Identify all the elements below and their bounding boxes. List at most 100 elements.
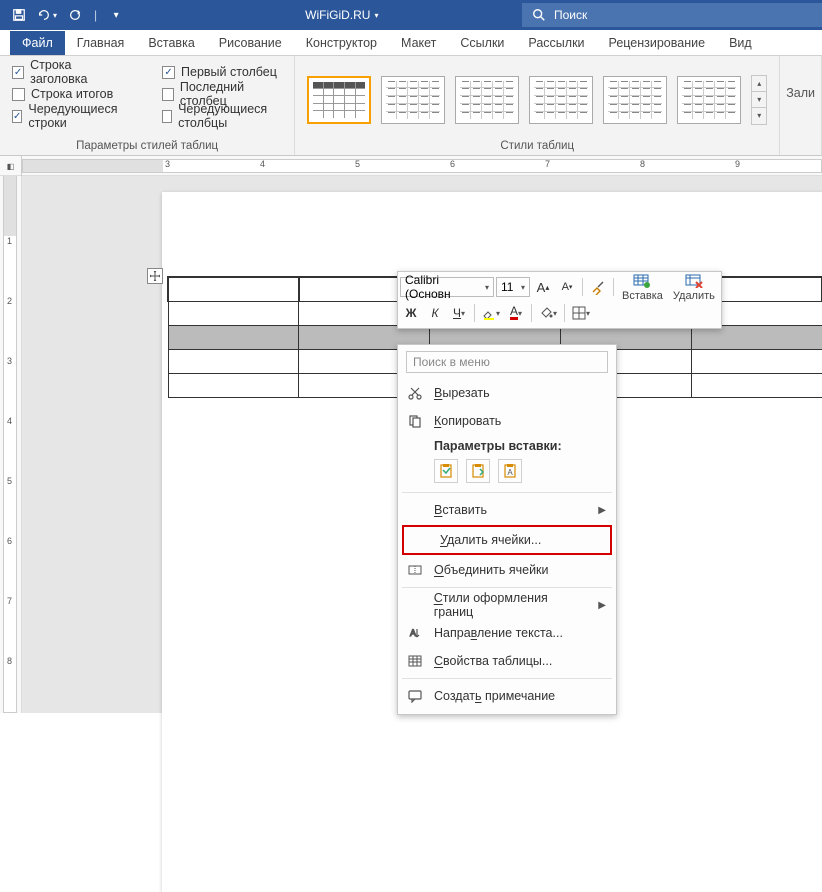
svg-text:A: A	[507, 468, 513, 477]
redo-button[interactable]	[64, 4, 86, 26]
group-title: Параметры стилей таблиц	[8, 138, 286, 155]
group-title: Стили таблиц	[303, 138, 771, 155]
shading-button[interactable]: ▾	[536, 302, 560, 324]
qat-separator: |	[94, 8, 97, 22]
merge-icon	[406, 563, 424, 577]
chk-banded-cols[interactable]: Чередующиеся столбцы	[158, 105, 286, 127]
brush-icon	[590, 279, 606, 295]
format-painter-button[interactable]	[587, 276, 609, 298]
tab-view[interactable]: Вид	[717, 31, 764, 55]
table-style-5[interactable]	[603, 76, 667, 124]
ctx-copy[interactable]: Копировать	[398, 407, 616, 435]
group-shading-stub: Зали	[780, 56, 822, 155]
search-icon	[532, 8, 546, 22]
borders-button[interactable]: ▾	[569, 302, 593, 324]
ribbon-tabs: Файл Главная Вставка Рисование Конструкт…	[0, 30, 822, 56]
page-area[interactable]: Calibri (Основн▾ 11▾ A▴ A▾ Вставка Удали…	[22, 176, 822, 713]
move-icon	[150, 271, 160, 281]
chk-banded-rows[interactable]: Чередующиеся строки	[8, 105, 128, 127]
ctx-table-properties[interactable]: Свойства таблицы...	[398, 647, 616, 675]
group-table-styles: ▴▾▾ Стили таблиц	[295, 56, 780, 155]
tab-file[interactable]: Файл	[10, 31, 65, 55]
quick-access-toolbar: ▾ | ▾	[0, 4, 135, 26]
italic-button[interactable]: К	[424, 302, 446, 324]
menu-search[interactable]: Поиск в меню	[406, 351, 608, 373]
bucket-icon	[539, 306, 553, 320]
delete-cells-button[interactable]: Удалить	[669, 272, 719, 302]
shading-label[interactable]: Зали	[786, 86, 815, 100]
table-style-3[interactable]	[455, 76, 519, 124]
underline-button[interactable]: Ч▾	[448, 302, 470, 324]
font-size-selector[interactable]: 11▾	[496, 277, 530, 297]
table-style-6[interactable]	[677, 76, 741, 124]
svg-text:A: A	[410, 628, 416, 638]
ctx-text-direction[interactable]: A Направление текста...	[398, 619, 616, 647]
text-direction-icon: A	[406, 626, 424, 640]
document-name[interactable]: WiFiGiD.RU ▾	[305, 8, 378, 22]
ctx-new-comment[interactable]: Создать примечание	[398, 682, 616, 710]
chk-label: Чередующиеся столбцы	[178, 102, 282, 130]
tab-mailings[interactable]: Рассылки	[516, 31, 596, 55]
table-style-1[interactable]	[307, 76, 371, 124]
paste-keep-source[interactable]	[434, 459, 458, 483]
chk-label: Строка итогов	[31, 87, 113, 101]
ctx-cut[interactable]: ВВырезатьырезать	[398, 379, 616, 407]
table-style-4[interactable]	[529, 76, 593, 124]
context-menu: Поиск в меню ВВырезатьырезать Копировать…	[397, 344, 617, 715]
group-table-style-options: Строка заголовка Строка итогов Чередующи…	[0, 56, 295, 155]
tab-draw[interactable]: Рисование	[207, 31, 294, 55]
highlight-button[interactable]: ▾	[479, 302, 503, 324]
highlight-icon	[482, 306, 496, 320]
tab-designer[interactable]: Конструктор	[294, 31, 389, 55]
ctx-merge-cells[interactable]: Объединить ячейки	[398, 556, 616, 584]
ctx-paste-header: Параметры вставки:	[398, 435, 616, 455]
paste-options: A	[398, 455, 616, 489]
save-button[interactable]	[8, 4, 30, 26]
ruler-corner[interactable]: ◧	[0, 156, 22, 176]
ctx-border-styles[interactable]: Стили оформления границ ▶	[398, 591, 616, 619]
doc-name-text: WiFiGiD.RU	[305, 8, 370, 22]
grow-font-button[interactable]: A▴	[532, 276, 554, 298]
chk-label: Строка заголовка	[30, 58, 124, 86]
borders-icon	[572, 306, 586, 320]
table-move-handle[interactable]	[147, 268, 163, 284]
table-delete-icon	[685, 274, 703, 288]
title-bar: ▾ | ▾ WiFiGiD.RU ▾ Поиск	[0, 0, 822, 30]
ribbon: Строка заголовка Строка итогов Чередующи…	[0, 56, 822, 156]
styles-scroll[interactable]: ▴▾▾	[751, 75, 767, 125]
chevron-right-icon: ▶	[598, 505, 606, 516]
ctx-delete-cells[interactable]: Удалить ячейки...	[404, 527, 610, 553]
comment-icon	[406, 689, 424, 703]
table-props-icon	[406, 654, 424, 668]
table-insert-icon	[633, 274, 651, 288]
search-box[interactable]: Поиск	[522, 3, 822, 27]
chk-header-row[interactable]: Строка заголовка	[8, 61, 128, 83]
clipboard-icon	[470, 463, 486, 479]
undo-button[interactable]: ▾	[36, 4, 58, 26]
ctx-delete-cells-highlighted: Удалить ячейки...	[402, 525, 612, 555]
paste-text-only[interactable]: A	[498, 459, 522, 483]
tab-insert[interactable]: Вставка	[136, 31, 206, 55]
chk-label: Чередующиеся строки	[28, 102, 124, 130]
bold-button[interactable]: Ж	[400, 302, 422, 324]
chk-label: Первый столбец	[181, 65, 277, 79]
clipboard-icon	[438, 463, 454, 479]
tab-references[interactable]: Ссылки	[448, 31, 516, 55]
table-style-2[interactable]	[381, 76, 445, 124]
shrink-font-button[interactable]: A▾	[556, 276, 578, 298]
tab-layout[interactable]: Макет	[389, 31, 448, 55]
qat-customize[interactable]: ▾	[105, 4, 127, 26]
font-color-button[interactable]: A▾	[505, 302, 527, 324]
font-selector[interactable]: Calibri (Основн▾	[400, 277, 494, 297]
ctx-insert[interactable]: Вставить ▶	[398, 496, 616, 524]
copy-icon	[406, 414, 424, 428]
mini-toolbar: Calibri (Основн▾ 11▾ A▴ A▾ Вставка Удали…	[397, 271, 722, 329]
insert-cells-button[interactable]: Вставка	[618, 272, 667, 302]
tab-review[interactable]: Рецензирование	[597, 31, 718, 55]
paste-merge[interactable]	[466, 459, 490, 483]
vertical-ruler[interactable]: 1 2 3 4 5 6 7 8	[0, 176, 22, 713]
workspace: 1 2 3 4 5 6 7 8 Calibri (Основн▾ 11▾ A▴	[0, 176, 822, 713]
horizontal-ruler[interactable]: ◧ 3 4 5 6 7 8 9	[0, 156, 822, 176]
clipboard-icon: A	[502, 463, 518, 479]
tab-home[interactable]: Главная	[65, 31, 137, 55]
